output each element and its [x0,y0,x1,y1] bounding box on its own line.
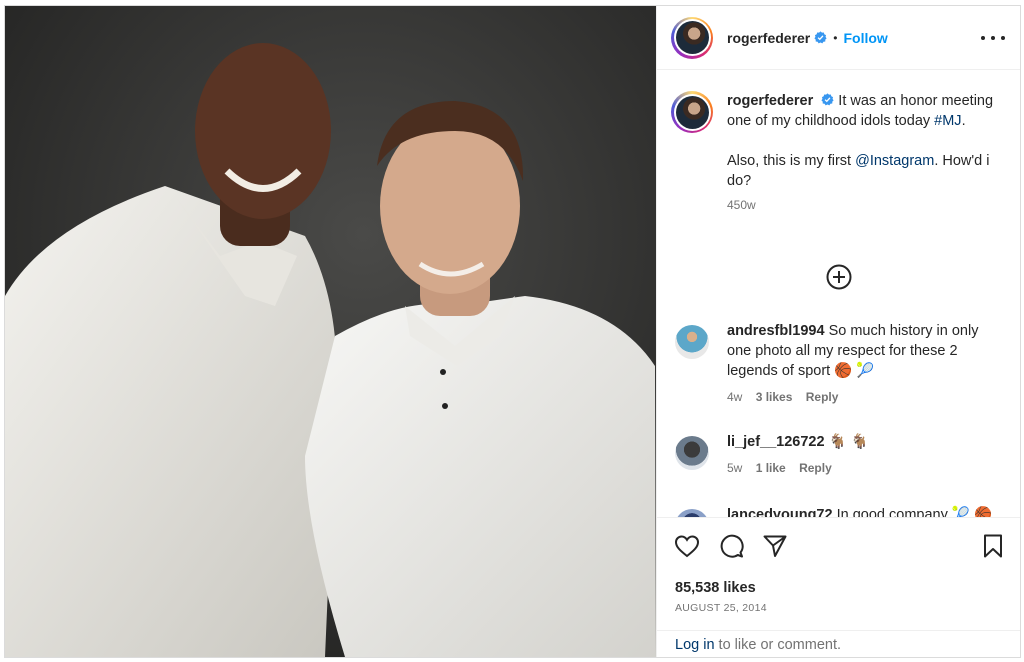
login-prompt-text: to like or comment. [714,637,842,653]
header-separator: • [833,30,838,45]
caption-text: rogerfederer It was an honor meeting one… [727,91,995,215]
post-actions: 85,538 likes AUGUST 25, 2014 Log in to l… [657,517,1020,657]
comment-item: andresfbl1994 So much history in only on… [671,321,995,407]
hashtag-link[interactable]: #MJ [934,113,961,129]
mention-link[interactable]: @Instagram [855,153,934,169]
comment-username[interactable]: li_jef__126722 [727,434,825,450]
post-header: rogerfederer • Follow [657,6,1020,70]
comment-text: lancedyoung72 In good company 🎾 🏀 [727,505,995,517]
comment-item: lancedyoung72 In good company 🎾 🏀 [671,505,995,517]
comment-text: andresfbl1994 So much history in only on… [727,321,995,407]
photo-illustration [5,6,656,657]
login-link[interactable]: Log in [675,637,715,653]
comment-likes[interactable]: 3 likes [756,390,793,404]
caption-body-2: Also, this is my first [727,153,856,169]
caption-age[interactable]: 450w [727,198,756,212]
likes-count[interactable]: 85,538 likes [675,580,756,596]
load-more-comments-icon[interactable] [825,263,853,291]
post-sidebar: rogerfederer • Follow rogerfederer It wa… [656,6,1020,657]
commenter-avatar[interactable] [675,509,709,517]
comment-username[interactable]: andresfbl1994 [727,323,825,339]
comment-username[interactable]: lancedyoung72 [727,507,833,517]
commenter-avatar[interactable] [675,436,709,470]
verified-badge-icon [814,31,827,44]
comment-age[interactable]: 4w [727,390,742,404]
comment-item: li_jef__126722 🐐 🐐 5w 1 like Reply [671,432,995,478]
follow-button[interactable]: Follow [843,30,887,46]
login-prompt: Log in to like or comment. [657,630,1020,657]
share-icon[interactable] [762,533,788,559]
post-modal: rogerfederer • Follow rogerfederer It wa… [4,5,1021,658]
reply-button[interactable]: Reply [799,461,832,475]
reply-button[interactable]: Reply [806,390,839,404]
comment-likes[interactable]: 1 like [756,461,786,475]
comment-age[interactable]: 5w [727,461,742,475]
heart-icon[interactable] [674,534,700,558]
more-options-icon[interactable] [981,28,1005,48]
post-photo[interactable] [5,6,656,657]
verified-badge-icon [821,93,834,106]
comment-body: 🐐 🐐 [828,434,869,450]
comment-body: In good company 🎾 🏀 [836,507,993,517]
author-avatar[interactable] [671,16,713,59]
caption-username[interactable]: rogerfederer [727,93,813,109]
author-username[interactable]: rogerfederer [727,30,810,46]
caption-author-avatar[interactable] [671,91,713,133]
caption-punct: . [961,113,966,129]
comment-icon[interactable] [718,533,744,559]
comment-text: li_jef__126722 🐐 🐐 5w 1 like Reply [727,432,995,478]
comments-scroll-area[interactable]: rogerfederer It was an honor meeting one… [657,71,1020,517]
bookmark-icon[interactable] [982,533,1004,559]
post-date[interactable]: AUGUST 25, 2014 [675,602,767,614]
caption: rogerfederer It was an honor meeting one… [671,91,995,215]
commenter-avatar[interactable] [675,325,709,359]
